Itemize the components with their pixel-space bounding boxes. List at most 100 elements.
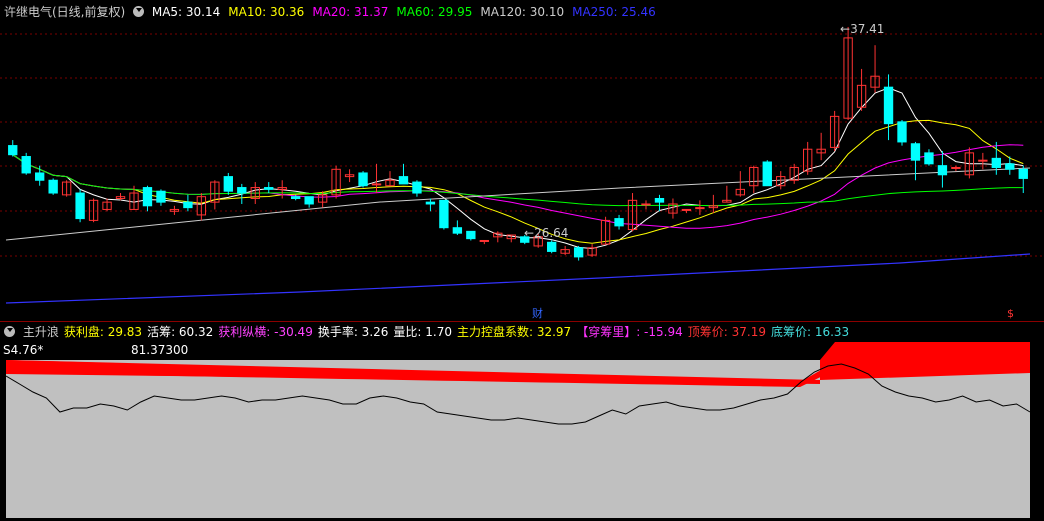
candle — [61, 180, 72, 197]
candle-body — [425, 201, 436, 205]
candle-body — [452, 227, 463, 234]
candle — [425, 198, 436, 212]
candle — [614, 214, 624, 230]
candle-body — [978, 159, 988, 162]
cai-marker[interactable]: 财 — [532, 305, 543, 321]
candle — [803, 141, 813, 175]
candle — [412, 180, 422, 197]
candle-body — [35, 172, 45, 181]
candle — [722, 185, 732, 203]
candle — [331, 165, 341, 199]
candle-body — [614, 218, 624, 227]
candle — [547, 240, 557, 254]
candle — [735, 171, 745, 197]
candle — [897, 120, 907, 146]
candle — [654, 194, 665, 212]
candle — [1018, 165, 1028, 194]
candle-body — [641, 203, 651, 206]
candle — [843, 26, 853, 121]
indicator-item: 主力控盘系数: 32.97 — [456, 325, 572, 339]
candle — [8, 140, 18, 157]
dropdown-icon[interactable] — [4, 326, 15, 337]
candle — [183, 194, 193, 212]
candle-body — [223, 176, 233, 192]
indicator-item: 【穿筹里】: -15.94 — [576, 325, 683, 339]
grey-area — [6, 360, 1030, 518]
candle — [910, 141, 921, 181]
candle — [142, 185, 153, 212]
candle — [600, 216, 611, 245]
candle — [695, 200, 705, 215]
candle-body — [654, 198, 665, 203]
candle-body — [951, 166, 961, 169]
candle — [88, 198, 99, 223]
candle — [789, 163, 799, 184]
candle — [627, 193, 638, 232]
candle — [978, 152, 988, 170]
candle — [48, 178, 58, 195]
candle — [870, 45, 880, 93]
candle — [883, 74, 894, 141]
candle-body — [8, 145, 18, 156]
candle — [237, 183, 247, 204]
candle — [264, 182, 274, 194]
candle-body — [466, 230, 476, 240]
indicator-item: 换手率: 3.26 — [317, 325, 389, 339]
candle — [169, 205, 180, 215]
indicator-item: 活筹: 60.32 — [147, 325, 214, 339]
candle — [493, 231, 503, 243]
candle-body — [1018, 168, 1028, 179]
candle — [371, 163, 382, 194]
candle — [749, 165, 759, 194]
indicator-legend: 主升浪 获利盘: 29.83 活筹: 60.32 获利纵横: -30.49 换手率: 3… — [23, 325, 854, 339]
candle-body — [75, 192, 85, 220]
candle — [344, 169, 355, 183]
candle-body — [479, 239, 489, 242]
candle — [102, 198, 112, 212]
candle — [937, 151, 948, 188]
indicator-item: 顶筹价: 37.19 — [687, 325, 766, 339]
candle — [452, 220, 463, 235]
candle-body — [358, 172, 368, 187]
candle — [304, 196, 314, 208]
high-marker-label: ←37.41 — [840, 22, 885, 36]
candle — [479, 239, 489, 245]
low-marker-label: ←26.64 — [524, 226, 569, 240]
candle-body — [398, 176, 409, 185]
candle — [358, 171, 368, 188]
candle-body — [304, 196, 314, 205]
panel-divider — [0, 321, 1044, 322]
dollar-marker[interactable]: $ — [1007, 307, 1014, 320]
price-chart — [0, 26, 1044, 304]
candle-body — [547, 241, 557, 252]
candle — [439, 199, 449, 230]
indicator-item: 底筹价: 16.33 — [770, 325, 850, 339]
candle-body — [371, 183, 382, 186]
candle-body — [573, 247, 584, 258]
high-value: 37.41 — [850, 22, 885, 36]
candle — [587, 244, 597, 257]
candle — [75, 189, 85, 223]
candle-body — [1005, 163, 1015, 170]
candle — [708, 194, 719, 214]
candle-body — [897, 121, 907, 143]
candle-body — [142, 187, 153, 207]
candle — [573, 245, 584, 261]
candle-body — [439, 199, 449, 229]
candle-body — [681, 208, 692, 211]
candle-body — [48, 179, 58, 194]
candle — [277, 180, 287, 199]
candle — [115, 193, 126, 201]
indicator-item: 获利盘: 29.83 — [63, 325, 143, 339]
candle — [681, 208, 692, 214]
ma10-line — [12, 119, 1024, 244]
candle-body — [264, 187, 274, 190]
candle — [924, 149, 934, 166]
candle — [210, 180, 220, 210]
indicator-item: 量比: 1.70 — [393, 325, 452, 339]
candle — [223, 172, 233, 195]
indicator-header: 主升浪 获利盘: 29.83 活筹: 60.32 获利纵横: -30.49 换手率: 3… — [4, 324, 858, 340]
candle-body — [237, 187, 247, 194]
candle — [560, 245, 570, 256]
candle-body — [937, 165, 948, 176]
